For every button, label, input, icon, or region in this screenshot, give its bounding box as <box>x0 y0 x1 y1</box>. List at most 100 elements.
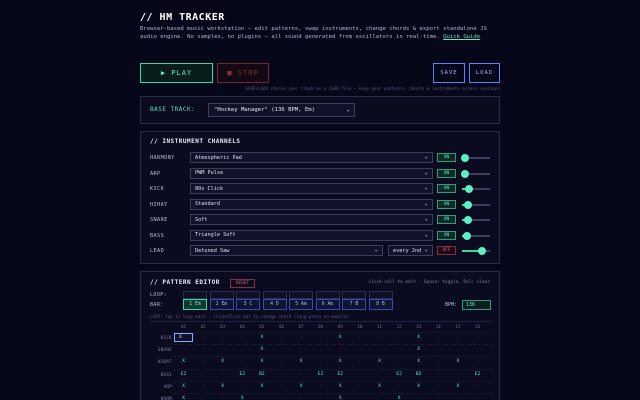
bar-button[interactable]: 8 B <box>368 299 393 310</box>
pattern-cell[interactable]: · <box>350 333 369 342</box>
bar-button[interactable]: 5 Am <box>289 299 313 310</box>
instrument-preset-select[interactable]: Detuned Saw ⌄ <box>190 245 383 256</box>
pattern-cell[interactable]: · <box>272 382 291 391</box>
pattern-cell[interactable]: E2 <box>311 370 330 379</box>
pattern-cell[interactable]: · <box>194 333 213 342</box>
volume-slider[interactable] <box>462 247 490 255</box>
pattern-cell[interactable]: · <box>213 370 232 379</box>
bar-button[interactable]: 4 D <box>262 299 287 310</box>
channel-toggle-button[interactable]: ON <box>437 215 456 224</box>
stop-button[interactable]: ■ STOP <box>217 63 269 83</box>
quick-guide-link[interactable]: Quick Guide <box>443 34 480 40</box>
pattern-mode-select[interactable]: every 2nd ⌄ <box>388 245 433 256</box>
pattern-cell[interactable]: · <box>448 370 467 379</box>
pattern-cell[interactable]: · <box>350 394 369 400</box>
pattern-cell[interactable]: · <box>468 357 487 366</box>
pattern-cell[interactable]: · <box>311 382 330 391</box>
volume-slider[interactable] <box>461 154 490 162</box>
base-track-select[interactable]: "Hockey Manager" (136 BPM, Em) ⌄ <box>208 103 355 117</box>
pattern-cell[interactable]: · <box>194 394 213 400</box>
pattern-cell[interactable]: X <box>233 394 252 400</box>
volume-slider[interactable] <box>462 216 490 224</box>
volume-slider-knob[interactable] <box>464 200 473 209</box>
pattern-cell[interactable]: E2 <box>468 370 487 379</box>
volume-slider-knob[interactable] <box>460 169 469 178</box>
pattern-cell[interactable]: · <box>311 333 330 342</box>
pattern-cell[interactable]: · <box>468 394 487 400</box>
bar-button[interactable]: 6 Am <box>315 299 340 310</box>
pattern-cell[interactable]: X <box>252 382 271 391</box>
loop-toggle-cell[interactable] <box>315 291 340 299</box>
pattern-cell[interactable]: X <box>292 357 311 366</box>
pattern-cell[interactable]: X <box>252 357 271 366</box>
pattern-cell[interactable]: · <box>272 394 291 400</box>
pattern-cell[interactable]: · <box>429 333 448 342</box>
loop-toggle-cell[interactable] <box>368 291 393 299</box>
pattern-cell[interactable]: E2 <box>174 370 193 379</box>
pattern-cell[interactable]: · <box>233 382 252 391</box>
pattern-cell[interactable]: X <box>448 357 467 366</box>
pattern-cell[interactable]: · <box>174 345 193 354</box>
pattern-cell[interactable]: X <box>390 394 409 400</box>
pattern-cell[interactable]: X <box>292 382 311 391</box>
pattern-cell[interactable]: · <box>390 345 409 354</box>
pattern-cell[interactable]: · <box>350 382 369 391</box>
pattern-cell[interactable]: · <box>194 345 213 354</box>
pattern-cell[interactable]: · <box>213 333 232 342</box>
pattern-cell[interactable]: · <box>468 382 487 391</box>
volume-slider-knob[interactable] <box>463 231 472 240</box>
loop-toggle-cell[interactable] <box>289 291 313 299</box>
pattern-cell[interactable]: · <box>213 345 232 354</box>
volume-slider-knob[interactable] <box>477 247 486 255</box>
pattern-cell[interactable]: · <box>233 357 252 366</box>
bar-button[interactable]: 2 Em <box>209 299 234 310</box>
pattern-cell[interactable]: · <box>213 394 232 400</box>
pattern-cell[interactable]: · <box>292 394 311 400</box>
channel-toggle-button[interactable]: OFF <box>437 246 456 255</box>
pattern-cell[interactable]: X <box>252 333 271 342</box>
pattern-cell[interactable]: · <box>272 357 291 366</box>
pattern-cell[interactable]: · <box>429 357 448 366</box>
pattern-cell[interactable]: X <box>174 333 193 342</box>
loop-toggle-cell[interactable] <box>209 291 234 299</box>
pattern-cell[interactable]: · <box>468 333 487 342</box>
pattern-cell[interactable]: · <box>292 333 311 342</box>
pattern-cell[interactable]: · <box>252 394 271 400</box>
instrument-preset-select[interactable]: Triangle Soft ⌄ <box>190 229 433 241</box>
channel-toggle-button[interactable]: ON <box>437 230 456 240</box>
pattern-cell[interactable]: X <box>174 357 193 366</box>
volume-slider-knob[interactable] <box>465 185 473 193</box>
pattern-cell[interactable]: · <box>194 370 213 379</box>
pattern-cell[interactable]: X <box>370 357 389 366</box>
pattern-cell[interactable]: · <box>331 345 350 354</box>
pattern-cell[interactable]: X <box>331 333 350 342</box>
pattern-cell[interactable]: · <box>311 394 330 400</box>
channel-toggle-button[interactable]: ON <box>437 168 456 178</box>
pattern-cell[interactable]: · <box>233 345 252 354</box>
channel-toggle-button[interactable]: ON <box>437 199 456 209</box>
volume-slider[interactable] <box>462 200 490 209</box>
pattern-cell[interactable]: · <box>429 382 448 391</box>
reset-button[interactable]: RESET <box>230 279 255 288</box>
pattern-cell[interactable]: X <box>409 333 428 342</box>
pattern-cell[interactable]: X <box>174 394 193 400</box>
pattern-cell[interactable]: · <box>409 394 428 400</box>
pattern-cell[interactable]: · <box>429 345 448 354</box>
instrument-preset-select[interactable]: Soft ⌄ <box>190 214 433 225</box>
pattern-cell[interactable]: E2 <box>331 370 350 379</box>
volume-slider[interactable] <box>462 185 490 193</box>
loop-toggle-cell[interactable] <box>183 291 207 299</box>
channel-toggle-button[interactable]: ON <box>437 153 456 162</box>
volume-slider-knob[interactable] <box>463 216 472 224</box>
pattern-cell[interactable]: · <box>429 394 448 400</box>
pattern-cell[interactable]: · <box>194 382 213 391</box>
pattern-cell[interactable]: · <box>468 345 487 354</box>
pattern-cell[interactable]: B2 <box>409 370 428 379</box>
pattern-cell[interactable]: · <box>292 370 311 379</box>
pattern-cell[interactable]: · <box>272 345 291 354</box>
instrument-preset-select[interactable]: Standard ⌄ <box>190 198 433 210</box>
volume-slider[interactable] <box>460 169 490 178</box>
pattern-cell[interactable]: · <box>390 357 409 366</box>
bar-button[interactable]: 7 B <box>342 299 366 310</box>
pattern-cell[interactable]: · <box>272 370 291 379</box>
